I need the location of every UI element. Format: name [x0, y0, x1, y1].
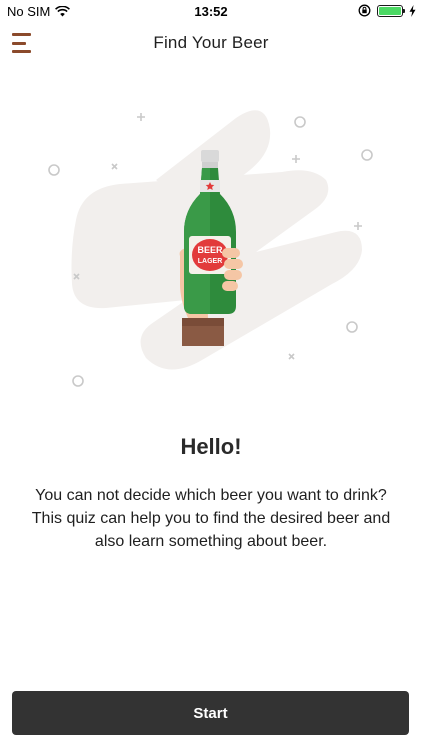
bottle-label-top: BEER: [197, 245, 223, 255]
greeting-heading: Hello!: [180, 434, 242, 459]
intro-text-line2: This quiz can help you to find the desir…: [31, 510, 391, 550]
status-bar: No SIM 13:52: [0, 0, 422, 22]
battery-fill: [379, 6, 401, 15]
bottle-label-bottom: LAGER: [198, 258, 223, 265]
nav-bar: Find Your Beer: [0, 22, 422, 64]
intro-description: You can not decide which beer you want t…: [24, 484, 398, 553]
screen: No SIM 13:52 Find Your Beer BEER LAGER H…: [0, 0, 422, 750]
page-title: Find Your Beer: [153, 33, 269, 52]
beer-bottle-illustration: BEER LAGER: [48, 110, 373, 387]
charging-bolt-icon: [409, 4, 416, 17]
status-right: [358, 4, 416, 17]
battery-icon: [377, 4, 405, 17]
orientation-lock-icon: [358, 4, 371, 17]
start-button[interactable]: Start: [12, 691, 409, 735]
intro-text-line1: You can not decide which beer you want t…: [35, 487, 387, 504]
sleeve: [182, 318, 224, 346]
